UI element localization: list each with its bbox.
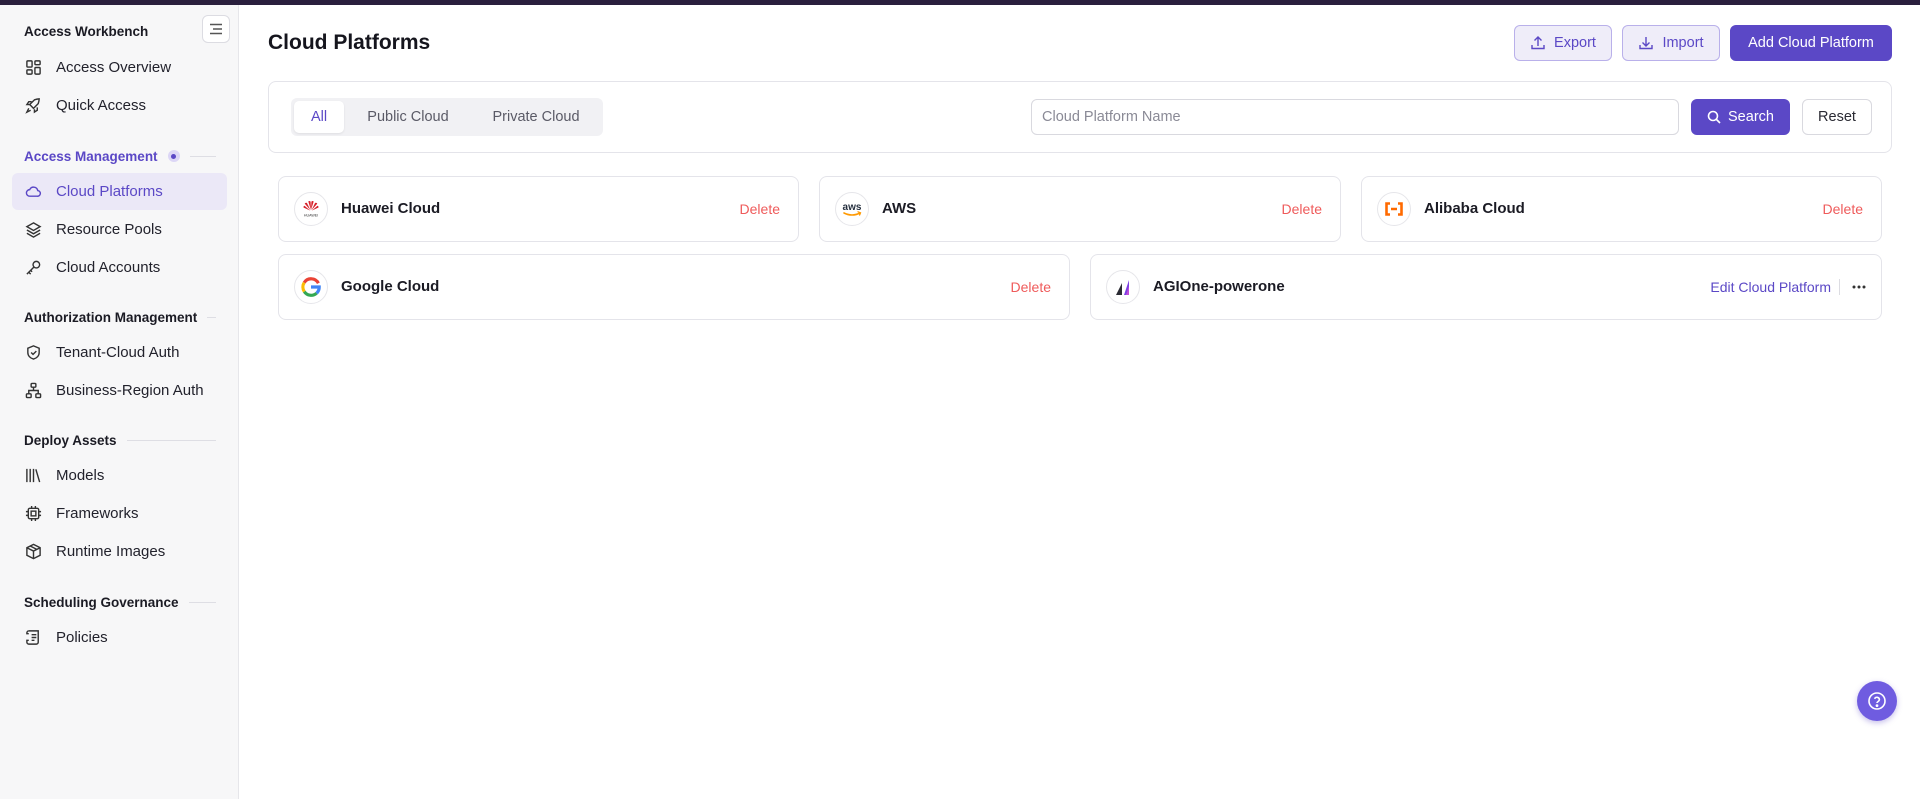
cloud-platform-name-input[interactable] <box>1031 99 1679 135</box>
group-access-management: Access Management <box>24 146 216 166</box>
tab-all[interactable]: All <box>294 101 344 133</box>
key-icon <box>24 259 42 277</box>
sidebar: Access Workbench Access Overview Quick A… <box>0 5 239 799</box>
google-logo-icon <box>294 270 328 304</box>
group-authorization-management: Authorization Management <box>24 307 216 327</box>
add-cloud-platform-button[interactable]: Add Cloud Platform <box>1730 25 1892 61</box>
search-button[interactable]: Search <box>1691 99 1790 135</box>
sidebar-item-frameworks[interactable]: Frameworks <box>12 495 227 532</box>
platform-card-aws[interactable]: aws AWS Delete <box>819 176 1341 242</box>
import-label: Import <box>1662 35 1704 51</box>
active-group-indicator <box>167 150 180 162</box>
group-divider <box>189 155 216 157</box>
platform-card-huawei-cloud[interactable]: HUAWEI Huawei Cloud Delete <box>278 176 799 242</box>
sidebar-item-label: Policies <box>56 629 108 646</box>
group-title: Deploy Assets <box>24 432 117 448</box>
more-actions-button[interactable] <box>1849 275 1869 299</box>
sidebar-item-cloud-accounts[interactable]: Cloud Accounts <box>12 249 227 286</box>
platform-name: Huawei Cloud <box>341 200 441 217</box>
library-icon <box>24 467 42 485</box>
group-title: Authorization Management <box>24 309 198 325</box>
package-icon <box>24 543 42 561</box>
dashboard-icon <box>24 59 42 77</box>
sidebar-item-label: Business-Region Auth <box>56 382 204 399</box>
group-divider <box>188 601 216 603</box>
sidebar-item-access-overview[interactable]: Access Overview <box>12 49 227 86</box>
huawei-logo-text: HUAWEI <box>304 214 318 218</box>
sidebar-collapse-button[interactable] <box>202 15 230 43</box>
delete-button[interactable]: Delete <box>1282 201 1322 217</box>
delete-button[interactable]: Delete <box>740 201 780 217</box>
scroll-icon <box>24 629 42 647</box>
page-title: Cloud Platforms <box>268 31 431 54</box>
tab-private-cloud[interactable]: Private Cloud <box>472 101 600 133</box>
sidebar-item-label: Runtime Images <box>56 543 166 560</box>
upload-icon <box>1531 36 1545 50</box>
platform-name: AWS <box>882 200 917 217</box>
sidebar-item-resource-pools[interactable]: Resource Pools <box>12 211 227 248</box>
sidebar-item-runtime-images[interactable]: Runtime Images <box>12 533 227 570</box>
sidebar-item-label: Resource Pools <box>56 221 162 238</box>
export-label: Export <box>1554 35 1596 51</box>
aws-logo-icon: aws <box>835 192 869 226</box>
chip-icon <box>24 505 42 523</box>
group-title: Access Management <box>24 148 158 164</box>
search-icon <box>1707 110 1721 124</box>
platform-card-agione-powerone[interactable]: AGIOne-powerone Edit Cloud Platform <box>1090 254 1882 320</box>
group-divider <box>126 439 216 441</box>
download-icon <box>1639 37 1654 50</box>
reset-button[interactable]: Reset <box>1802 99 1872 135</box>
group-scheduling-governance: Scheduling Governance <box>24 592 216 612</box>
alibaba-logo-icon <box>1377 192 1411 226</box>
edit-cloud-platform-button[interactable]: Edit Cloud Platform <box>1710 279 1831 295</box>
export-button[interactable]: Export <box>1514 25 1612 61</box>
action-divider <box>1839 279 1840 295</box>
agione-logo-icon <box>1106 270 1140 304</box>
group-title: Scheduling Governance <box>24 594 179 610</box>
top-accent-bar <box>0 0 1920 5</box>
sidebar-item-label: Access Overview <box>56 59 172 76</box>
huawei-logo-icon: HUAWEI <box>294 192 328 226</box>
delete-button[interactable]: Delete <box>1011 279 1051 295</box>
network-icon <box>24 382 42 400</box>
cloud-icon <box>24 183 42 201</box>
sidebar-item-business-region-auth[interactable]: Business-Region Auth <box>12 372 227 409</box>
sidebar-item-label: Models <box>56 467 105 484</box>
search-label: Search <box>1728 109 1774 125</box>
sidebar-item-label: Cloud Accounts <box>56 259 161 276</box>
group-deploy-assets: Deploy Assets <box>24 430 216 450</box>
platform-card-google-cloud[interactable]: Google Cloud Delete <box>278 254 1070 320</box>
sidebar-item-label: Frameworks <box>56 505 139 522</box>
sidebar-item-models[interactable]: Models <box>12 457 227 494</box>
sidebar-item-label: Tenant-Cloud Auth <box>56 344 180 361</box>
help-button[interactable] <box>1857 681 1897 721</box>
delete-button[interactable]: Delete <box>1823 201 1863 217</box>
sidebar-item-cloud-platforms[interactable]: Cloud Platforms <box>12 173 227 210</box>
sidebar-item-quick-access[interactable]: Quick Access <box>12 87 227 124</box>
platform-type-tabs: All Public Cloud Private Cloud <box>291 98 603 136</box>
sidebar-item-policies[interactable]: Policies <box>12 619 227 656</box>
sidebar-item-tenant-cloud-auth[interactable]: Tenant-Cloud Auth <box>12 334 227 371</box>
platform-name: Alibaba Cloud <box>1424 200 1525 217</box>
aws-logo-text: aws <box>843 202 862 213</box>
layers-icon <box>24 221 42 239</box>
sidebar-item-label: Quick Access <box>56 97 147 114</box>
tab-public-cloud[interactable]: Public Cloud <box>344 101 472 133</box>
platform-name: AGIOne-powerone <box>1153 278 1285 295</box>
sidebar-item-label: Cloud Platforms <box>56 183 163 200</box>
more-horizontal-icon <box>1852 285 1866 289</box>
import-button[interactable]: Import <box>1622 25 1720 61</box>
help-icon <box>1868 692 1886 710</box>
filter-panel: All Public Cloud Private Cloud Search Re… <box>268 81 1892 153</box>
rocket-icon <box>24 97 42 115</box>
group-divider <box>207 316 216 318</box>
platform-name: Google Cloud <box>341 278 440 295</box>
shield-check-icon <box>24 344 42 362</box>
platform-card-alibaba-cloud[interactable]: Alibaba Cloud Delete <box>1361 176 1882 242</box>
sidebar-title: Access Workbench <box>24 24 149 39</box>
menu-icon <box>210 23 222 35</box>
